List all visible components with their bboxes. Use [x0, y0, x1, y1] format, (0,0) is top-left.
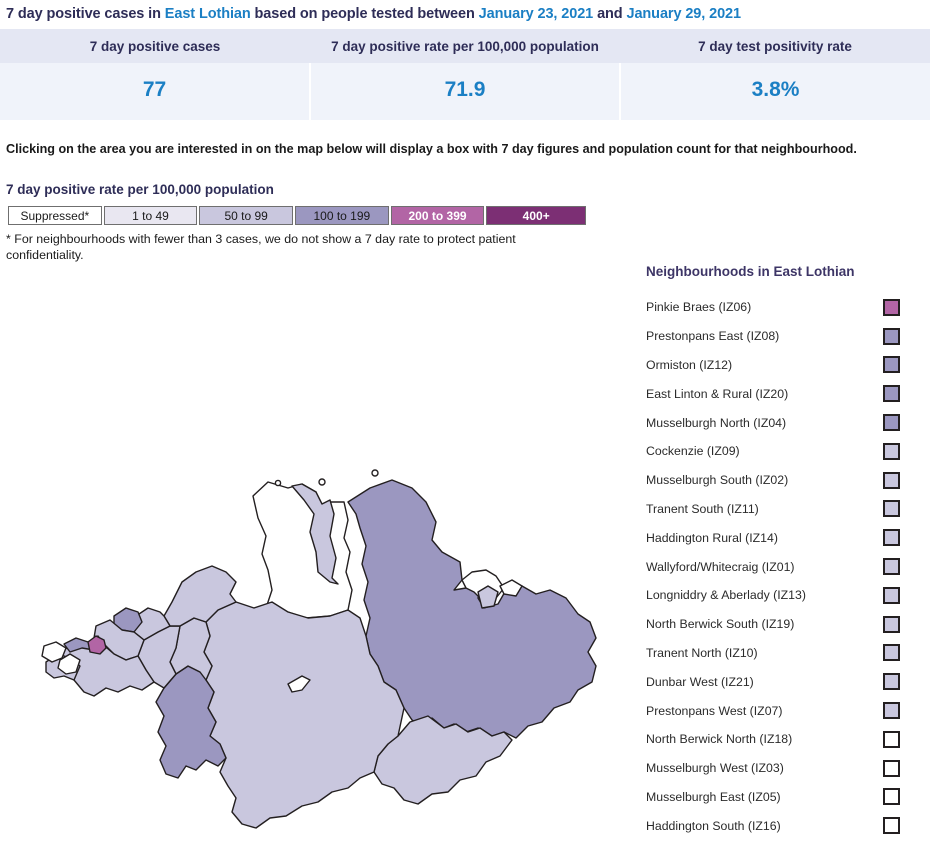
neighbourhood-color-swatch — [883, 615, 900, 633]
summary-stats-value-row: 77 71.9 3.8% — [0, 63, 930, 120]
neighbourhood-label: Musselburgh East (IZ05) — [646, 789, 781, 804]
neighbourhood-color-swatch — [883, 759, 900, 777]
legend-band-1-49[interactable]: 1 to 49 — [103, 206, 198, 225]
neighbourhood-label: Wallyford/Whitecraig (IZ01) — [646, 559, 795, 574]
map-islet-b — [274, 479, 282, 487]
list-item[interactable]: Haddington Rural (IZ14) — [646, 523, 936, 552]
neighbourhood-color-swatch — [883, 586, 900, 604]
neighbourhood-color-swatch — [883, 356, 900, 374]
neighbourhood-label: Dunbar West (IZ21) — [646, 674, 754, 689]
neighbourhood-color-swatch — [883, 298, 900, 316]
list-item[interactable]: East Linton & Rural (IZ20) — [646, 379, 936, 408]
stat-value-cases: 77 — [0, 63, 311, 120]
map-container[interactable] — [30, 440, 630, 854]
neighbourhood-list-panel: Neighbourhoods in East Lothian Pinkie Br… — [646, 264, 936, 840]
neighbourhood-label: East Linton & Rural (IZ20) — [646, 386, 789, 401]
neighbourhood-color-swatch — [883, 414, 900, 432]
list-item[interactable]: Cockenzie (IZ09) — [646, 437, 936, 466]
legend-footnote: * For neighbourhoods with fewer than 3 c… — [6, 232, 516, 262]
list-item[interactable]: North Berwick South (IZ19) — [646, 610, 936, 639]
map-islet-a — [318, 478, 326, 486]
neighbourhood-label: Tranent South (IZ11) — [646, 501, 759, 516]
legend-band-100-199[interactable]: 100 to 199 — [295, 206, 389, 225]
stat-header-cases: 7 day positive cases — [0, 29, 310, 63]
neighbourhood-label: Haddington Rural (IZ14) — [646, 530, 778, 545]
neighbourhood-color-swatch — [883, 471, 900, 489]
list-item[interactable]: Musselburgh South (IZ02) — [646, 466, 936, 495]
page-title: 7 day positive cases in East Lothian bas… — [0, 0, 938, 22]
neighbourhood-label: Musselburgh North (IZ04) — [646, 415, 787, 430]
map-islet-c — [371, 469, 379, 477]
neighbourhood-color-swatch — [883, 385, 900, 403]
list-item[interactable]: Wallyford/Whitecraig (IZ01) — [646, 552, 936, 581]
neighbourhood-label: Longniddry & Aberlady (IZ13) — [646, 588, 806, 603]
neighbourhood-color-swatch — [883, 702, 900, 720]
neighbourhood-label: Musselburgh South (IZ02) — [646, 473, 789, 488]
stat-header-positivity: 7 day test positivity rate — [620, 29, 930, 63]
neighbourhood-color-swatch — [883, 558, 900, 576]
neighbourhood-label: Ormiston (IZ12) — [646, 357, 733, 372]
map-instruction-text: Clicking on the area you are interested … — [6, 142, 857, 156]
list-item[interactable]: Musselburgh East (IZ05) — [646, 783, 936, 812]
page-title-area: East Lothian — [164, 6, 251, 22]
neighbourhood-color-swatch — [883, 730, 900, 748]
page-title-conjunction: and — [593, 6, 627, 22]
list-item[interactable]: Prestonpans East (IZ08) — [646, 322, 936, 351]
neighbourhood-color-swatch — [883, 788, 900, 806]
neighbourhood-label: North Berwick North (IZ18) — [646, 732, 793, 747]
list-item[interactable]: Ormiston (IZ12) — [646, 351, 936, 380]
stat-value-positivity: 3.8% — [619, 63, 930, 120]
page-title-date-start: January 23, 2021 — [478, 6, 594, 22]
list-item[interactable]: Haddington South (IZ16) — [646, 811, 936, 840]
page-title-date-end: January 29, 2021 — [626, 6, 742, 22]
neighbourhood-label: North Berwick South (IZ19) — [646, 617, 795, 632]
list-item[interactable]: Musselburgh West (IZ03) — [646, 754, 936, 783]
list-item[interactable]: Pinkie Braes (IZ06) — [646, 293, 936, 322]
legend-band-400-plus[interactable]: 400+ — [486, 206, 587, 225]
neighbourhood-label: Cockenzie (IZ09) — [646, 444, 740, 459]
neighbourhood-color-swatch — [883, 673, 900, 691]
neighbourhood-label: Musselburgh West (IZ03) — [646, 761, 784, 776]
legend-scale: Suppressed* 1 to 49 50 to 99 100 to 199 … — [8, 206, 587, 225]
summary-stats-header-row: 7 day positive cases 7 day positive rate… — [0, 29, 930, 63]
list-item[interactable]: North Berwick North (IZ18) — [646, 725, 936, 754]
neighbourhood-label: Prestonpans East (IZ08) — [646, 329, 780, 344]
east-lothian-map[interactable] — [30, 440, 630, 854]
stat-value-rate: 71.9 — [309, 63, 621, 120]
neighbourhood-list-heading: Neighbourhoods in East Lothian — [646, 264, 855, 279]
neighbourhood-label: Prestonpans West (IZ07) — [646, 703, 783, 718]
neighbourhood-color-swatch — [883, 644, 900, 662]
page-title-prefix: 7 day positive cases in — [6, 6, 165, 22]
neighbourhood-color-swatch — [883, 817, 900, 835]
list-item[interactable]: Tranent South (IZ11) — [646, 495, 936, 524]
neighbourhood-color-swatch — [883, 327, 900, 345]
list-item[interactable]: Tranent North (IZ10) — [646, 639, 936, 668]
list-item[interactable]: Longniddry & Aberlady (IZ13) — [646, 581, 936, 610]
neighbourhood-label: Pinkie Braes (IZ06) — [646, 300, 752, 315]
neighbourhood-label: Tranent North (IZ10) — [646, 645, 758, 660]
map-region-haddington-north-suppressed[interactable] — [252, 481, 353, 619]
legend-title: 7 day positive rate per 100,000 populati… — [6, 182, 274, 197]
stat-header-rate: 7 day positive rate per 100,000 populati… — [310, 29, 620, 63]
neighbourhood-color-swatch — [883, 442, 900, 460]
list-item[interactable]: Dunbar West (IZ21) — [646, 667, 936, 696]
legend-band-200-399[interactable]: 200 to 399 — [390, 206, 485, 225]
neighbourhood-color-swatch — [883, 529, 900, 547]
list-item[interactable]: Musselburgh North (IZ04) — [646, 408, 936, 437]
legend-band-suppressed[interactable]: Suppressed* — [8, 206, 102, 225]
page-title-middle: based on people tested between — [250, 6, 479, 22]
legend-band-50-99[interactable]: 50 to 99 — [199, 206, 294, 225]
list-item[interactable]: Prestonpans West (IZ07) — [646, 696, 936, 725]
summary-stats-table: 7 day positive cases 7 day positive rate… — [0, 29, 930, 120]
neighbourhood-color-swatch — [883, 500, 900, 518]
neighbourhood-label: Haddington South (IZ16) — [646, 818, 781, 833]
